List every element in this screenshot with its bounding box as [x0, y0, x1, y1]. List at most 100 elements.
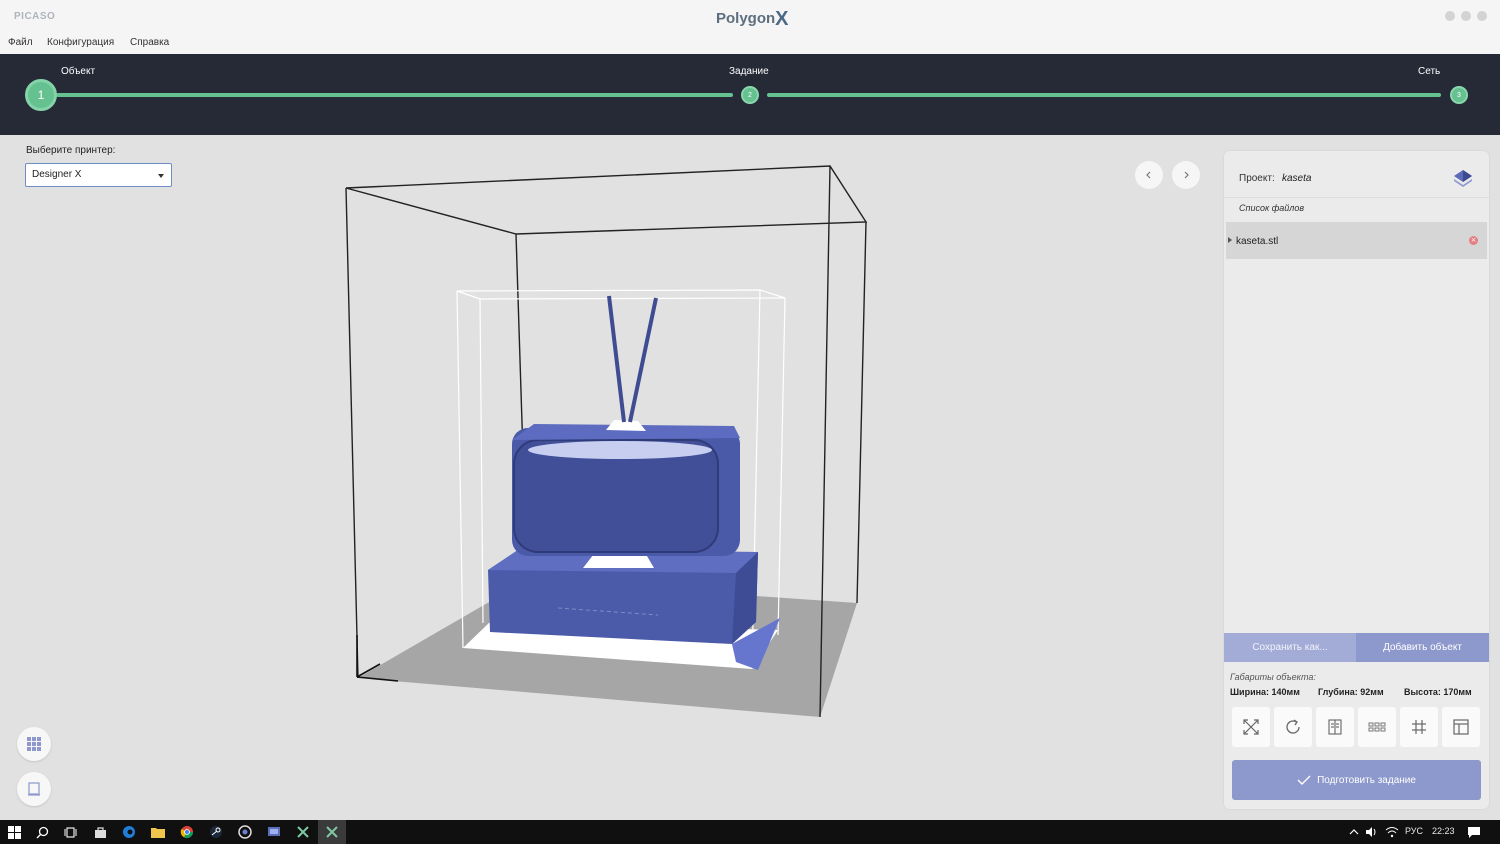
prev-button[interactable] — [1135, 161, 1163, 189]
maximize-button[interactable] — [1461, 11, 1471, 21]
edge-icon — [123, 826, 135, 838]
stepper-track-1 — [56, 93, 733, 97]
antenna-left — [607, 295, 626, 423]
taskbar-edge[interactable] — [121, 824, 137, 840]
minimize-button[interactable] — [1445, 11, 1455, 21]
project-header: Проект: kaseta — [1224, 151, 1489, 198]
start-button[interactable] — [6, 824, 22, 840]
search-icon — [36, 826, 48, 838]
app-circle-icon — [238, 825, 252, 839]
next-button[interactable] — [1172, 161, 1200, 189]
scale-icon — [1243, 719, 1259, 735]
taskbar-explorer[interactable] — [150, 824, 166, 840]
menu-help[interactable]: Справка — [130, 37, 169, 48]
layers-icon[interactable] — [1452, 167, 1474, 189]
tray-language[interactable]: РУС — [1405, 826, 1423, 836]
step-label-task: Задание — [729, 66, 769, 77]
dimension-depth: Глубина: 92мм — [1318, 687, 1384, 697]
taskbar-app-window[interactable] — [266, 824, 282, 840]
step-task[interactable]: 2 — [741, 86, 759, 104]
prepare-task-button[interactable]: Подготовить задание — [1232, 760, 1481, 800]
taskbar-app-circle[interactable] — [237, 824, 253, 840]
workflow-stepper: Объект Задание Сеть 1 2 3 — [0, 54, 1500, 135]
dimension-height: Высота: 170мм — [1404, 687, 1472, 697]
arrange-tool-button[interactable] — [1400, 707, 1438, 747]
rotate-tool-button[interactable] — [1274, 707, 1312, 747]
title-bar: PICASO PolygonX — [0, 0, 1500, 33]
steam-icon — [210, 826, 222, 838]
tray-network[interactable] — [1384, 824, 1400, 840]
printer-label: Выберите принтер: — [26, 145, 116, 156]
store-icon — [94, 826, 106, 838]
wifi-icon — [1385, 827, 1399, 838]
chevron-down-icon — [158, 174, 164, 178]
volume-icon — [1366, 827, 1376, 837]
file-list-title: Список файлов — [1239, 203, 1305, 213]
grid-view-button[interactable] — [17, 727, 51, 761]
file-list-item[interactable]: kaseta.stl × — [1226, 222, 1487, 259]
windows-taskbar: РУС 22:23 — [0, 820, 1500, 844]
remove-file-icon[interactable]: × — [1469, 236, 1478, 245]
taskbar-polygon-x[interactable] — [295, 824, 311, 840]
rotate-icon — [1286, 719, 1300, 734]
windows-logo-icon — [7, 825, 21, 839]
duplicate-icon — [1368, 722, 1386, 732]
mirror-icon — [1328, 719, 1342, 735]
project-name: kaseta — [1282, 173, 1312, 184]
taskbar-chrome[interactable] — [179, 824, 195, 840]
taskbar-steam[interactable] — [208, 824, 224, 840]
app-title-text: Polygon — [716, 10, 776, 27]
taskbar-task-view[interactable] — [62, 824, 78, 840]
menu-configuration[interactable]: Конфигурация — [47, 37, 114, 48]
taskbar-polygon-x-active[interactable] — [318, 820, 346, 844]
brand-logo: PICASO — [14, 11, 56, 22]
step-object[interactable]: 1 — [25, 79, 57, 111]
dimensions-title: Габариты объекта: — [1230, 672, 1316, 682]
prepare-task-label: Подготовить задание — [1317, 774, 1416, 786]
app-title-x: X — [775, 8, 789, 30]
build-volume-scene — [345, 165, 868, 718]
checkmark-icon — [1297, 775, 1311, 785]
printer-select[interactable]: Designer X — [25, 163, 172, 187]
plate-icon — [28, 782, 40, 796]
taskbar-search[interactable] — [34, 824, 50, 840]
file-name: kaseta.stl — [1236, 236, 1279, 247]
layout-tool-button[interactable] — [1442, 707, 1480, 747]
save-as-button[interactable]: Сохранить как... — [1224, 633, 1356, 662]
notification-icon — [1468, 826, 1480, 838]
menu-file[interactable]: Файл — [8, 37, 33, 48]
project-panel: Проект: kaseta Список файлов kaseta.stl … — [1224, 151, 1489, 809]
tray-clock[interactable]: 22:23 — [1432, 826, 1455, 836]
app-window-icon — [268, 827, 280, 836]
grid-icon — [27, 737, 41, 751]
arrange-icon — [1412, 720, 1426, 734]
folder-icon — [151, 828, 165, 838]
printer-selected-value: Designer X — [32, 169, 82, 180]
mirror-tool-button[interactable] — [1316, 707, 1354, 747]
tray-volume[interactable] — [1364, 824, 1380, 840]
plate-view-button[interactable] — [17, 772, 51, 806]
task-view-icon — [64, 826, 76, 838]
antenna-base — [606, 420, 646, 431]
tv-screen-highlight — [528, 441, 712, 459]
expand-triangle-icon[interactable] — [1228, 237, 1232, 243]
tray-notifications[interactable] — [1466, 824, 1482, 840]
chevron-up-icon — [1349, 829, 1359, 835]
app-title: PolygonX — [716, 6, 789, 30]
chevron-right-icon — [1184, 171, 1189, 179]
menu-bar: Файл Конфигурация Справка — [0, 33, 1500, 54]
step-network[interactable]: 3 — [1450, 86, 1468, 104]
dimension-width: Ширина: 140мм — [1230, 687, 1300, 697]
tray-chevron[interactable] — [1346, 824, 1362, 840]
add-object-button[interactable]: Добавить объект — [1356, 633, 1489, 662]
polygon-x-icon — [297, 826, 309, 838]
duplicate-tool-button[interactable] — [1358, 707, 1396, 747]
layout-icon — [1453, 719, 1469, 735]
taskbar-store[interactable] — [92, 824, 108, 840]
3d-viewport[interactable] — [300, 160, 920, 730]
step-label-object: Объект — [61, 66, 96, 77]
scale-tool-button[interactable] — [1232, 707, 1270, 747]
close-button[interactable] — [1477, 11, 1487, 21]
stepper-track-2 — [767, 93, 1441, 97]
polygon-x-active-icon — [326, 826, 338, 838]
